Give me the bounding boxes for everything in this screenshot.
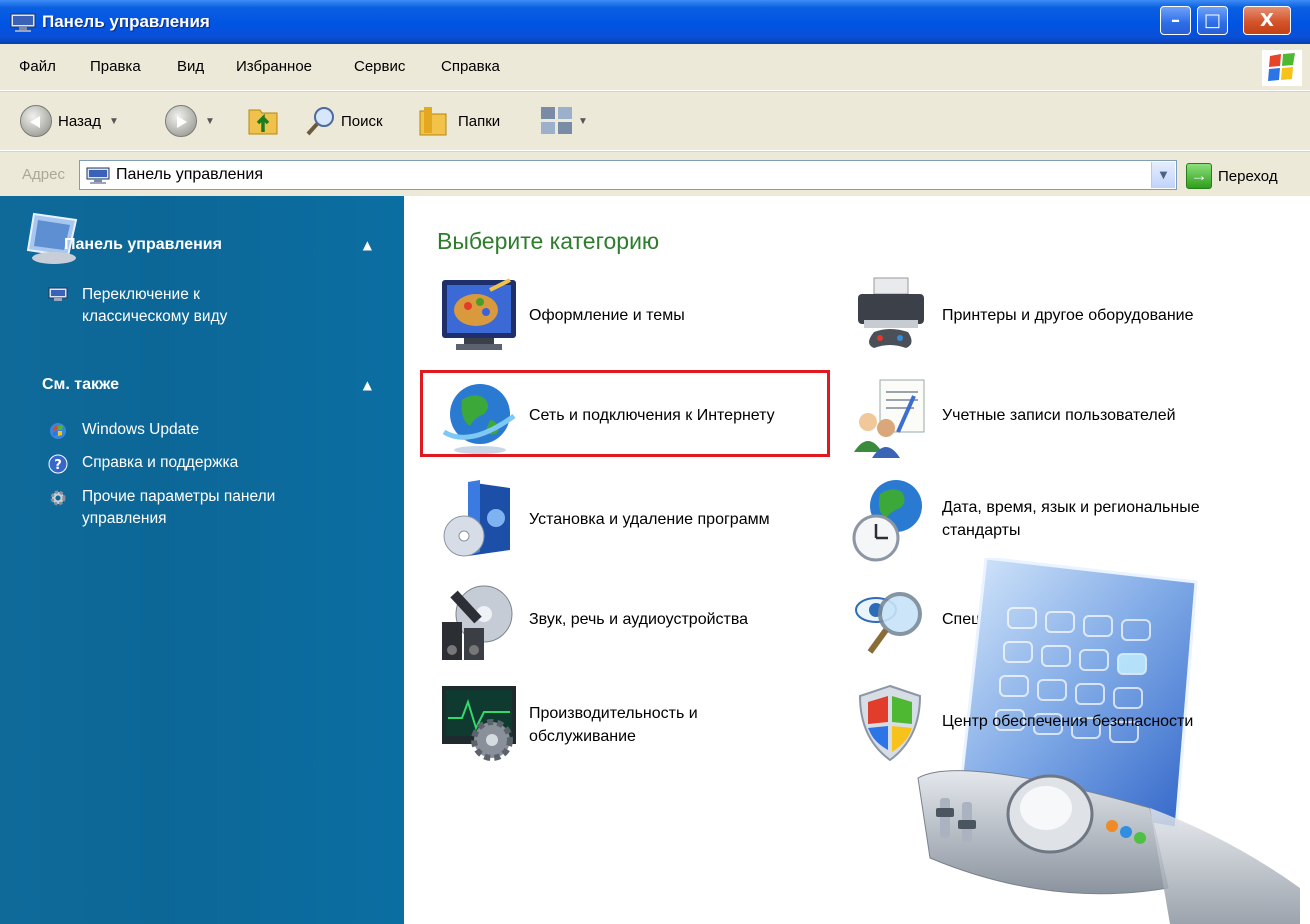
close-icon: X <box>1260 10 1274 31</box>
forward-arrow-icon <box>165 105 197 137</box>
install-programs-icon <box>443 480 510 557</box>
toolbar: Назад ▼ ▼ Поиск Папки ▼ <box>0 91 1310 151</box>
folders-button[interactable]: Папки <box>416 102 500 140</box>
views-dropdown-icon[interactable]: ▼ <box>578 116 588 127</box>
section-title: Панель управления <box>64 236 222 253</box>
menu-view[interactable]: Вид <box>177 58 204 75</box>
forward-dropdown-icon[interactable]: ▼ <box>205 116 215 127</box>
category-security-center[interactable]: Центр обеспечения безопасности <box>850 682 1290 766</box>
maximize-icon: □ <box>1203 10 1221 31</box>
performance-gear-icon <box>442 686 516 761</box>
go-arrow-icon: → <box>1186 163 1212 189</box>
control-panel-icon <box>48 287 68 301</box>
windows-update-icon <box>50 423 66 439</box>
date-time-region-label: Дата, время, язык и региональные стандар… <box>942 499 1200 539</box>
address-input[interactable]: Панель управления ▼ <box>79 160 1177 190</box>
control-panel-icon <box>10 13 36 32</box>
collapse-icon[interactable]: ▲ <box>363 238 372 252</box>
back-dropdown-icon[interactable]: ▼ <box>109 116 119 127</box>
minimize-button[interactable]: – <box>1160 6 1191 35</box>
page-title: Выберите категорию <box>437 228 660 254</box>
security-shield-icon <box>858 684 922 762</box>
printer-hardware-icon <box>858 277 924 348</box>
appearance-themes-label: Оформление и темы <box>529 307 685 324</box>
window-title: Панель управления <box>42 12 210 31</box>
collapse-icon[interactable]: ▲ <box>363 378 372 392</box>
category-add-remove-programs[interactable]: Установка и удаление программ <box>440 478 820 562</box>
category-printers-hardware[interactable]: Принтеры и другое оборудование <box>850 276 1290 360</box>
add-remove-programs-label: Установка и удаление программ <box>529 511 770 528</box>
security-center-label: Центр обеспечения безопасности <box>942 713 1194 730</box>
main-content: Выберите категорию Оформление и темы Сет… <box>404 196 1310 924</box>
back-arrow-icon <box>20 105 52 137</box>
category-sound-audio[interactable]: Звук, речь и аудиоустройства <box>440 580 820 664</box>
highlight-box <box>420 370 830 457</box>
maximize-button[interactable]: □ <box>1197 6 1228 35</box>
appearance-themes-icon <box>442 278 516 350</box>
folders-label: Папки <box>458 112 501 130</box>
task-pane: Панель управления ▲ Переключение к класс… <box>0 196 404 924</box>
category-date-time-region[interactable]: Дата, время, язык и региональные стандар… <box>850 478 1290 562</box>
menu-bar: Файл Правка Вид Избранное Сервис Справка <box>0 44 1310 91</box>
back-label: Назад <box>58 112 101 130</box>
go-label: Переход <box>1218 167 1278 185</box>
menu-file[interactable]: Файл <box>19 58 56 75</box>
address-bar: Адрес Панель управления ▼ → Переход <box>0 151 1310 196</box>
views-icon <box>541 107 572 134</box>
control-panel-section-header[interactable]: Панель управления ▲ <box>24 212 386 266</box>
see-also-section-header[interactable]: См. также ▲ <box>24 372 386 406</box>
folders-icon <box>419 107 447 136</box>
search-label: Поиск <box>341 112 383 130</box>
windows-update-label: Windows Update <box>82 421 200 438</box>
user-accounts-label: Учетные записи пользователей <box>942 407 1176 424</box>
menu-help[interactable]: Справка <box>441 58 500 75</box>
performance-maintenance-label: Производительность и обслуживание <box>529 705 698 745</box>
search-button[interactable]: Поиск <box>305 102 383 140</box>
svg-text:?: ? <box>54 458 62 473</box>
go-button[interactable]: → Переход <box>1186 163 1278 189</box>
forward-button[interactable]: ▼ <box>165 102 215 140</box>
menu-edit[interactable]: Правка <box>90 58 141 75</box>
back-button[interactable]: Назад ▼ <box>20 102 119 140</box>
category-performance-maintenance[interactable]: Производительность и обслуживание <box>440 682 820 766</box>
help-support-label: Справка и поддержка <box>82 454 239 471</box>
switch-view-label: Переключение к классическому виду <box>82 286 228 325</box>
close-button[interactable]: X <box>1243 6 1291 35</box>
menu-favorites[interactable]: Избранное <box>236 58 312 75</box>
search-icon <box>306 107 334 136</box>
printers-hardware-label: Принтеры и другое оборудование <box>942 307 1194 324</box>
sound-audio-label: Звук, речь и аудиоустройства <box>529 611 749 628</box>
address-value: Панель управления <box>116 166 263 183</box>
date-time-globe-icon <box>852 480 922 562</box>
see-also-title: См. также <box>42 376 120 393</box>
gear-icon <box>50 490 66 506</box>
up-folder-button[interactable] <box>246 102 280 140</box>
category-appearance-themes[interactable]: Оформление и темы <box>440 276 820 360</box>
address-label: Адрес <box>22 166 65 183</box>
up-folder-icon <box>248 109 278 135</box>
help-icon: ? <box>48 454 68 474</box>
minimize-icon: – <box>1171 10 1180 31</box>
address-dropdown-icon[interactable]: ▼ <box>1151 162 1175 188</box>
windows-logo-icon <box>1262 50 1302 86</box>
title-bar[interactable]: Панель управления – □ X <box>0 0 1310 44</box>
views-button[interactable]: ▼ <box>538 102 588 140</box>
other-options-label: Прочие параметры панели управления <box>82 488 276 527</box>
menu-tools[interactable]: Сервис <box>354 58 405 75</box>
category-user-accounts[interactable]: Учетные записи пользователей <box>850 376 1290 460</box>
control-panel-icon <box>86 167 110 184</box>
sound-speakers-icon <box>442 585 513 660</box>
user-accounts-icon <box>854 379 925 458</box>
